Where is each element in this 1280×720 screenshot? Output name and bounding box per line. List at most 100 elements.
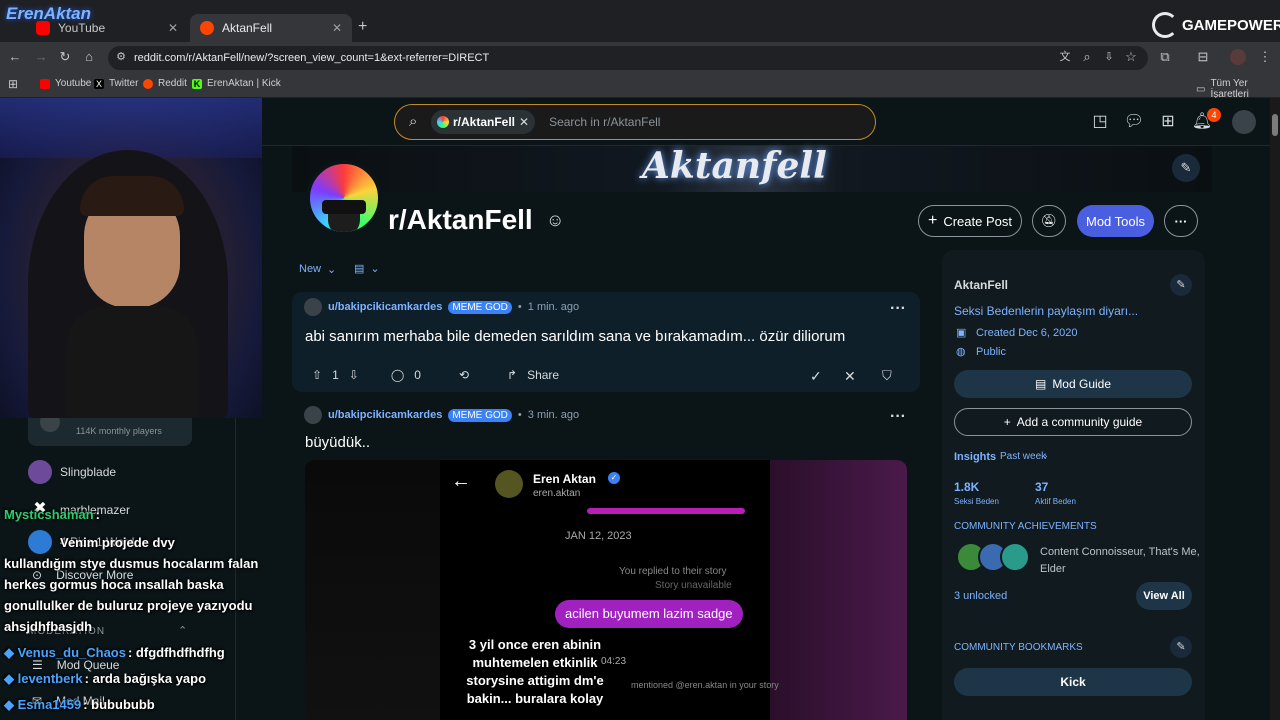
- badge-icon: ◆: [4, 671, 18, 686]
- insights-link[interactable]: Insights: [954, 451, 996, 463]
- create-post-button[interactable]: + Create Post: [918, 205, 1022, 237]
- post-author[interactable]: u/bakipcikicamkardes: [328, 301, 442, 313]
- close-icon[interactable]: ✕: [168, 21, 178, 35]
- chevron-down-icon: ⌄: [327, 264, 337, 276]
- crosspost-icon[interactable]: ⟲: [459, 368, 469, 382]
- translate-icon[interactable]: 文: [1056, 48, 1074, 66]
- close-icon[interactable]: ✕: [332, 21, 342, 35]
- nav-item-slingblade[interactable]: Slingblade: [28, 460, 116, 484]
- streamer-webcam: [0, 98, 262, 418]
- streamer-hair: [80, 176, 184, 216]
- edit-icon[interactable]: ✎: [1170, 636, 1192, 658]
- stat-label: Aktif Beden: [1035, 497, 1076, 506]
- downloads-icon[interactable]: ⊟: [1194, 48, 1212, 66]
- share-button[interactable]: Share: [527, 368, 559, 382]
- chat-message: Venim projede dvy: [60, 535, 175, 550]
- bookmark-kick[interactable]: K ErenAktan | Kick: [192, 78, 281, 89]
- channel-overlay-logo: ErenAktan: [6, 4, 92, 23]
- post-title[interactable]: abi sanırım merhaba bile demeden sarıldı…: [305, 328, 845, 345]
- post-title[interactable]: büyüdük..: [305, 434, 370, 451]
- face-shape: [328, 214, 360, 232]
- achievements-list: Content Connoisseur, That's Me, Elder: [1040, 546, 1200, 575]
- menu-icon[interactable]: ⋮: [1256, 48, 1274, 66]
- kick-icon: K: [192, 78, 202, 89]
- address-bar[interactable]: reddit.com/r/AktanFell/new/?screen_view_…: [108, 46, 1148, 70]
- folder-icon: ▭: [1196, 83, 1206, 95]
- mod-guide-button[interactable]: ▤ Mod Guide: [954, 370, 1192, 398]
- add-guide-button[interactable]: + Add a community guide: [954, 408, 1192, 436]
- post-card[interactable]: u/bakipcikicamkardes MEME GOD • 1 min. a…: [292, 292, 920, 392]
- chevron-up-icon[interactable]: ⌃: [178, 624, 187, 637]
- user-avatar[interactable]: [304, 406, 322, 424]
- chat-icon[interactable]: 💬︎: [1122, 110, 1146, 134]
- advertise-icon[interactable]: ◳: [1088, 110, 1112, 134]
- slingblade-icon: [28, 460, 52, 484]
- post-header: u/bakipcikicamkardes MEME GOD • 3 min. a…: [304, 406, 579, 424]
- scrollbar-thumb[interactable]: [1272, 114, 1278, 136]
- home-icon[interactable]: ⌂: [80, 48, 98, 66]
- youtube-icon: [40, 78, 50, 89]
- achievement-badge[interactable]: [1000, 542, 1030, 572]
- bookmark-twitter[interactable]: X Twitter: [94, 78, 138, 89]
- downvote-icon[interactable]: ⇩: [349, 368, 359, 382]
- tab-aktanfell[interactable]: AktanFell ✕: [190, 14, 352, 42]
- install-icon[interactable]: ⇩: [1100, 48, 1118, 66]
- post-author[interactable]: u/bakipcikicamkardes: [328, 409, 442, 421]
- view-dropdown[interactable]: ▤ ⌄: [354, 262, 380, 275]
- notifications-off-button[interactable]: 🔕︎: [1032, 205, 1066, 237]
- chat-message: gonullulker de buluruz projeye yazıyodu: [4, 598, 253, 613]
- post-card[interactable]: u/bakipcikicamkardes MEME GOD • 3 min. a…: [292, 398, 920, 720]
- visibility: Public: [976, 346, 1006, 358]
- apps-icon[interactable]: ⊞: [8, 77, 18, 91]
- post-overflow-icon[interactable]: ···: [890, 408, 906, 426]
- view-all-button[interactable]: View All: [1136, 582, 1192, 610]
- back-icon[interactable]: ←: [6, 48, 24, 66]
- chevron-right-icon[interactable]: ›: [1044, 451, 1047, 462]
- forward-icon[interactable]: →: [32, 48, 50, 66]
- reload-icon[interactable]: ↻: [56, 48, 74, 66]
- remove-icon[interactable]: ✕: [844, 368, 856, 385]
- bookmark-star-icon[interactable]: ☆: [1122, 48, 1140, 66]
- comment-icon[interactable]: ◯: [391, 368, 404, 382]
- banner-text: Aktanfell: [642, 145, 827, 187]
- extensions-icon[interactable]: ⧉: [1156, 48, 1174, 66]
- share-icon[interactable]: ↱: [507, 368, 517, 382]
- site-info-icon[interactable]: ⚙: [112, 48, 130, 66]
- community-banner: Aktanfell ✎: [292, 146, 1212, 192]
- page-scrollbar[interactable]: [1270, 98, 1280, 720]
- edit-icon[interactable]: ✎: [1170, 274, 1192, 296]
- new-tab-icon[interactable]: +: [358, 18, 367, 36]
- bookmark-youtube[interactable]: Youtube: [40, 78, 91, 89]
- kick-bookmark-button[interactable]: Kick: [954, 668, 1192, 696]
- card-view-icon: ▤: [354, 263, 365, 275]
- insights-range[interactable]: Past week: [1000, 451, 1046, 462]
- bookmark-reddit[interactable]: Reddit: [143, 78, 187, 89]
- more-options-icon[interactable]: ···: [1164, 205, 1198, 237]
- clear-chip-icon[interactable]: ✕: [519, 115, 529, 129]
- stat-label: Seksi Beden: [954, 497, 999, 506]
- back-arrow-icon: ←: [451, 470, 471, 492]
- edit-banner-icon[interactable]: ✎: [1172, 154, 1200, 182]
- post-image[interactable]: ← Eren Aktan ✓ eren.aktan JAN 12, 2023 Y…: [305, 460, 907, 720]
- chevron-down-icon: ⌄: [370, 263, 380, 275]
- create-icon[interactable]: ⊞: [1156, 110, 1180, 134]
- mod-tools-button[interactable]: Mod Tools: [1077, 205, 1154, 237]
- chat-message: herkes gormus hoca ınsallah baska: [4, 577, 224, 592]
- post-overflow-icon[interactable]: ···: [890, 300, 906, 318]
- zoom-icon[interactable]: ⌕: [1078, 48, 1096, 66]
- all-bookmarks[interactable]: ▭ Tüm Yer İşaretleri: [1196, 78, 1280, 100]
- chat-message: ◆ leventberk: arda bağışka yapo: [4, 671, 207, 686]
- mod-shield-icon[interactable]: ⛉: [882, 368, 892, 384]
- profile-avatar[interactable]: [1230, 49, 1246, 65]
- user-avatar[interactable]: [1232, 110, 1256, 134]
- user-avatar[interactable]: [304, 298, 322, 316]
- upvote-icon[interactable]: ⇧: [312, 368, 322, 382]
- add-emoji-icon[interactable]: ☺: [546, 210, 564, 231]
- sort-dropdown[interactable]: New ⌄: [299, 263, 336, 276]
- search-scope-chip[interactable]: r/AktanFell ✕: [431, 110, 536, 134]
- chat-message: Mysticshaman:: [4, 507, 100, 522]
- approve-icon[interactable]: ✓: [810, 368, 822, 385]
- search-bar[interactable]: ⌕ r/AktanFell ✕ Search in r/AktanFell: [394, 104, 876, 140]
- search-placeholder[interactable]: Search in r/AktanFell: [549, 115, 660, 129]
- user-flair: MEME GOD: [448, 408, 512, 422]
